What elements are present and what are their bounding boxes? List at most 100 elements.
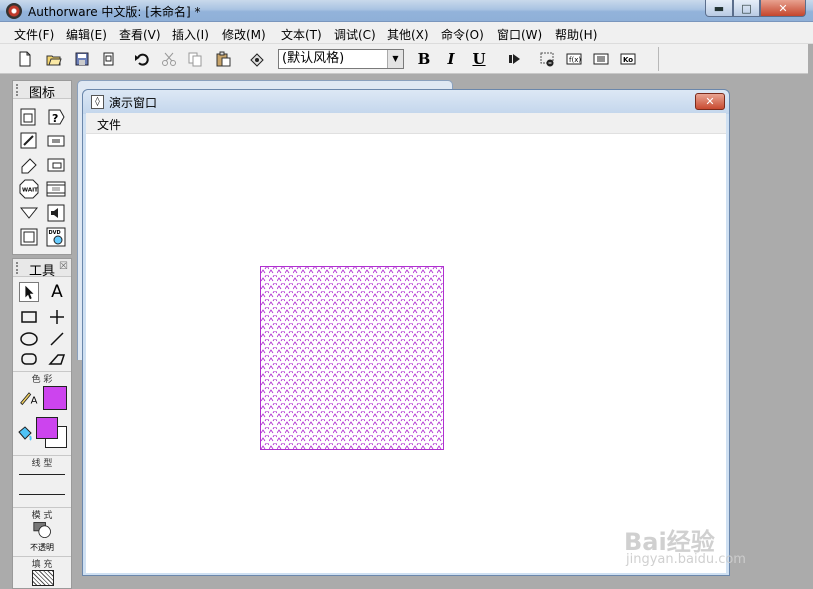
menu-command[interactable]: 命令(O) bbox=[441, 26, 484, 43]
menu-text[interactable]: 文本(T) bbox=[281, 26, 322, 43]
mode-section-label: 模 式 bbox=[13, 507, 71, 521]
color-section-label: 色 彩 bbox=[13, 371, 71, 385]
app-title-bar: Authorware 中文版: [未命名] * ▬ □ ✕ bbox=[0, 0, 813, 22]
control-panel-icon[interactable] bbox=[536, 48, 558, 70]
main-toolbar: (默认风格) ▼ B I U f(x) Ko bbox=[0, 44, 813, 74]
copy-icon[interactable] bbox=[184, 48, 206, 70]
pencil-icon: A bbox=[17, 387, 41, 407]
svg-text:DVD: DVD bbox=[49, 230, 61, 236]
motion-icon[interactable] bbox=[19, 131, 39, 151]
sound-icon[interactable] bbox=[46, 203, 66, 223]
patterned-square-shape[interactable] bbox=[260, 266, 444, 450]
presentation-window-title-bar[interactable]: ◊ 演示窗口 ✕ bbox=[83, 90, 729, 114]
watermark-sub: jingyan.baidu.com bbox=[626, 552, 746, 567]
polygon-tool-icon[interactable] bbox=[47, 349, 67, 369]
line-text-color-swatch[interactable] bbox=[43, 386, 67, 410]
calculation-icon[interactable] bbox=[46, 131, 66, 151]
svg-text:?: ? bbox=[52, 112, 58, 125]
tools-palette-header[interactable]: 工具 ☒ bbox=[13, 259, 71, 279]
presentation-window-icon: ◊ bbox=[91, 95, 104, 109]
presentation-menu-bar: 文件 bbox=[86, 113, 726, 133]
tools-palette: 工具 ☒ A 色 彩 A 线 型 模 式 不透明 填 充 bbox=[12, 258, 72, 589]
ellipse-tool-icon[interactable] bbox=[19, 329, 39, 349]
variables-icon[interactable] bbox=[590, 48, 612, 70]
orthogonal-line-tool-icon[interactable] bbox=[47, 307, 67, 327]
svg-text:A: A bbox=[31, 396, 38, 407]
line-style-default[interactable] bbox=[19, 494, 65, 495]
text-tool-icon[interactable]: A bbox=[47, 282, 67, 302]
presentation-window-title: 演示窗口 bbox=[109, 96, 158, 110]
map-icon[interactable] bbox=[46, 155, 66, 175]
menu-debug[interactable]: 调试(C) bbox=[334, 26, 376, 43]
find-icon[interactable] bbox=[246, 48, 268, 70]
dvd-video-icon[interactable]: DVD bbox=[46, 227, 66, 247]
menu-bar: 文件(F) 编辑(E) 查看(V) 插入(I) 修改(M) 文本(T) 调试(C… bbox=[0, 22, 813, 44]
minimize-button[interactable]: ▬ bbox=[705, 0, 733, 17]
underline-button[interactable]: U bbox=[468, 48, 490, 70]
opaque-mode-icon[interactable] bbox=[31, 520, 55, 540]
authorware-logo-icon bbox=[6, 3, 22, 19]
presentation-canvas[interactable] bbox=[86, 133, 726, 573]
menu-other[interactable]: 其他(X) bbox=[387, 26, 429, 43]
window-title: Authorware 中文版: [未命名] * bbox=[28, 5, 201, 19]
chevron-down-icon[interactable]: ▼ bbox=[387, 50, 403, 68]
icons-palette-header[interactable]: 图标 bbox=[13, 81, 71, 101]
text-style-select[interactable]: (默认风格) ▼ bbox=[278, 49, 404, 69]
open-folder-icon[interactable] bbox=[43, 48, 65, 70]
menu-window[interactable]: 窗口(W) bbox=[497, 26, 542, 43]
presentation-menu-file[interactable]: 文件 bbox=[97, 116, 121, 133]
baidu-watermark: Bai经验 jingyan.baidu.com bbox=[620, 522, 800, 568]
diagonal-line-tool-icon[interactable] bbox=[47, 329, 67, 349]
presentation-window: ◊ 演示窗口 ✕ 文件 bbox=[82, 89, 730, 576]
functions-icon[interactable]: f(x) bbox=[563, 48, 585, 70]
menu-modify[interactable]: 修改(M) bbox=[222, 26, 266, 43]
knowledge-objects-icon[interactable]: Ko bbox=[617, 48, 639, 70]
menu-insert[interactable]: 插入(I) bbox=[172, 26, 209, 43]
menu-view[interactable]: 查看(V) bbox=[119, 26, 161, 43]
icons-palette: 图标 ? WAIT DVD bbox=[12, 80, 72, 255]
line-style-thin[interactable] bbox=[19, 474, 65, 475]
svg-text:WAIT: WAIT bbox=[22, 188, 38, 194]
text-style-value: (默认风格) bbox=[282, 51, 345, 66]
grip-handle-icon[interactable] bbox=[16, 262, 20, 274]
new-file-icon[interactable] bbox=[14, 48, 36, 70]
display-icon[interactable] bbox=[19, 107, 39, 127]
close-icon[interactable]: ☒ bbox=[59, 261, 68, 272]
presentation-close-button[interactable]: ✕ bbox=[695, 93, 725, 110]
navigate-icon[interactable] bbox=[19, 203, 39, 223]
maximize-button[interactable]: □ bbox=[733, 0, 760, 17]
svg-text:f(x): f(x) bbox=[569, 56, 581, 64]
mode-value: 不透明 bbox=[30, 543, 54, 552]
decision-question-icon[interactable]: ? bbox=[46, 107, 66, 127]
undo-icon[interactable] bbox=[131, 48, 153, 70]
paint-bucket-icon bbox=[15, 424, 35, 444]
fill-pattern-swatch[interactable] bbox=[32, 570, 54, 586]
erase-icon[interactable] bbox=[19, 155, 39, 175]
menu-edit[interactable]: 编辑(E) bbox=[66, 26, 107, 43]
rounded-rectangle-tool-icon[interactable] bbox=[19, 349, 39, 369]
save-all-icon[interactable] bbox=[71, 48, 93, 70]
pointer-tool-icon[interactable] bbox=[19, 282, 39, 302]
framework-icon[interactable] bbox=[19, 227, 39, 247]
tools-palette-title: 工具 bbox=[29, 264, 56, 279]
import-icon[interactable] bbox=[97, 48, 119, 70]
close-button[interactable]: ✕ bbox=[760, 0, 806, 17]
pattern-fill bbox=[261, 267, 443, 449]
fill-foreground-color-swatch[interactable] bbox=[36, 417, 58, 439]
fill-section-label: 填 充 bbox=[13, 556, 71, 570]
rectangle-tool-icon[interactable] bbox=[19, 307, 39, 327]
cut-icon[interactable] bbox=[158, 48, 180, 70]
menu-help[interactable]: 帮助(H) bbox=[555, 26, 597, 43]
line-section-label: 线 型 bbox=[13, 455, 71, 469]
svg-text:Ko: Ko bbox=[623, 56, 633, 64]
icons-palette-title: 图标 bbox=[29, 86, 56, 101]
grip-handle-icon[interactable] bbox=[16, 84, 20, 96]
menu-file[interactable]: 文件(F) bbox=[14, 26, 54, 43]
restart-icon[interactable] bbox=[503, 48, 525, 70]
digital-movie-icon[interactable] bbox=[46, 179, 66, 199]
bold-button[interactable]: B bbox=[413, 48, 435, 70]
italic-button[interactable]: I bbox=[440, 48, 462, 70]
workspace-edge bbox=[808, 44, 813, 589]
paste-icon[interactable] bbox=[212, 48, 234, 70]
wait-icon[interactable]: WAIT bbox=[19, 179, 39, 199]
